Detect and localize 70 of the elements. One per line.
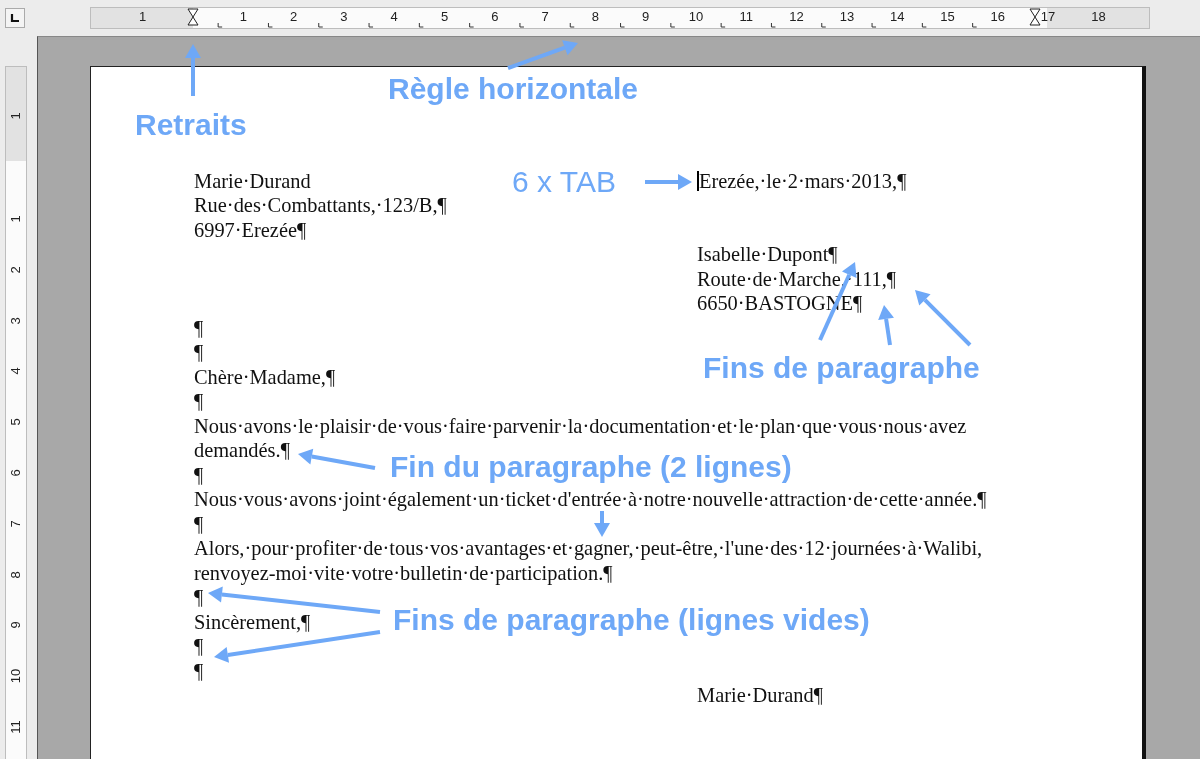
annotation-label: Règle horizontale: [388, 72, 639, 106]
ruler-number: 16: [990, 10, 1006, 24]
document-text-line: Sincèrement,¶: [194, 610, 311, 634]
document-text-line: ¶: [194, 635, 204, 659]
ruler-number: 9: [642, 10, 650, 24]
arrow: [878, 305, 894, 346]
ruler-number: 5: [440, 10, 449, 24]
ruler-number: 2: [290, 10, 298, 24]
ruler-number: 1: [9, 112, 23, 120]
document-text-line: Rue·des·Combattants,·123/B,¶: [194, 194, 447, 218]
ruler-number: 7: [9, 520, 23, 528]
ruler-number: 3: [340, 10, 348, 24]
ruler-number: 6: [9, 469, 23, 477]
document-text-line: 6997·Erezée¶: [194, 218, 307, 242]
annotation-label: Retraits: [135, 108, 247, 142]
ruler-number: 1: [9, 215, 23, 223]
ruler-number: 12: [789, 10, 804, 24]
ruler-number: 6: [491, 10, 499, 24]
arrow: [507, 40, 578, 70]
document-text-line: Erezée,·le·2·mars·2013,¶: [699, 169, 907, 193]
document-text-line: Nous·vous·avons·joint·également·un·ticket·d'entrée·à·notre·nouvelle·attraction·de·cette·année.¶: [194, 488, 987, 512]
document-text-line: Marie·Durand: [194, 169, 311, 193]
indent-marker-icon[interactable]: [1029, 8, 1041, 26]
arrow: [645, 174, 692, 190]
ruler-number: 1: [139, 10, 147, 24]
document-text-line: demandés.¶: [194, 439, 290, 463]
document-text-line: ¶: [194, 316, 204, 340]
document-text-line: ¶: [194, 586, 204, 610]
ruler-number: 8: [9, 571, 23, 579]
ruler-number: 11: [739, 10, 754, 24]
ruler-number: 10: [688, 10, 704, 24]
document-text-line: Chère·Madame,¶: [194, 365, 336, 389]
ruler-number: 17: [1040, 10, 1056, 24]
ruler-number: 4: [390, 10, 398, 24]
document-text-line: renvoyez-moi·vite·votre·bulletin·de·participation.¶: [194, 561, 613, 585]
annotation-label: Fins de paragraphe: [703, 351, 980, 385]
ruler-number: 9: [9, 621, 23, 629]
document-text-line: ¶: [194, 341, 204, 365]
document-text-line: ¶: [194, 659, 204, 683]
ruler-number: 15: [940, 10, 955, 24]
vertical-ruler[interactable]: 1 1 2 3 4 5 6 7 8 9 10 11: [5, 66, 27, 759]
ruler-number: 7: [541, 10, 549, 24]
annotation-label: 6 x TAB: [512, 165, 616, 199]
document-text-line: Nous·avons·le·plaisir·de·vous·faire·parvenir·la·documentation·et·le·plan·que·vous·nous·avez: [194, 414, 967, 438]
ruler-number: 14: [889, 10, 905, 24]
document-text-line: Marie·Durand¶: [697, 684, 823, 708]
annotation-label: Fin du paragraphe (2 lignes): [390, 450, 792, 484]
indent-marker-icon[interactable]: [187, 8, 199, 26]
ruler-number: 10: [9, 668, 23, 684]
arrow: [185, 44, 201, 96]
annotation-label: Fins de paragraphe (lignes vides): [393, 603, 870, 637]
document-text-line: Isabelle·Dupont¶: [697, 243, 838, 267]
ruler-number: 13: [839, 10, 855, 24]
document-text-line: Alors,·pour·profiter·de·tous·vos·avantages·et·gagner,·peut-être,·l'une·des·12·journées·à·Walibi,: [194, 537, 983, 561]
ruler-number: 5: [9, 418, 23, 426]
horizontal-ruler[interactable]: 1 1 2 3 4 5 6 7 8 9 10 11 12 13 14 15 16 17 18: [90, 7, 1150, 29]
document-text-line: ¶: [194, 390, 204, 414]
ruler-number: 3: [9, 317, 23, 325]
left-tab-icon: [10, 13, 20, 23]
ruler-number: 11: [9, 720, 23, 734]
ruler-number: 4: [9, 367, 23, 375]
document-text-line: ¶: [194, 463, 204, 487]
arrow: [915, 290, 972, 347]
tab-type-button[interactable]: [5, 8, 25, 28]
ruler-number: 1: [239, 10, 247, 24]
arrow: [594, 511, 610, 537]
ruler-number: 2: [9, 266, 23, 274]
document-text-line: ¶: [194, 512, 204, 536]
ruler-number: 8: [591, 10, 599, 24]
ruler-number: 18: [1091, 10, 1106, 24]
